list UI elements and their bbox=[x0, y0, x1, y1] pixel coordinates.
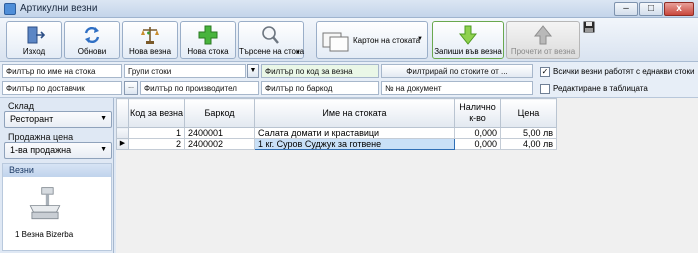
cell-scale-code[interactable]: 2 bbox=[128, 138, 185, 150]
weighing-scale-icon bbox=[29, 187, 61, 220]
table-row[interactable]: 1 2400001 Салата домати и краставици 0,0… bbox=[116, 127, 557, 139]
groups-input[interactable]: Групи стоки bbox=[124, 64, 246, 78]
chevron-down-icon: ▼ bbox=[249, 67, 257, 74]
write-to-scale-button[interactable]: Запиши във везна bbox=[432, 21, 504, 59]
cell-quantity[interactable]: 0,000 bbox=[454, 138, 501, 150]
all-scales-same-checkbox[interactable]: ✓ bbox=[540, 67, 550, 77]
edit-in-table-checkbox[interactable] bbox=[540, 84, 550, 94]
item-card-dropdown-arrow-icon[interactable]: ▼ bbox=[417, 36, 423, 42]
items-grid: Код за везна Баркод Име на стоката Налич… bbox=[116, 98, 698, 253]
row-indicator[interactable] bbox=[116, 127, 129, 139]
search-item-button[interactable]: Търсене на стока ▼ bbox=[238, 21, 304, 59]
column-header-quantity[interactable]: Налично к-во bbox=[454, 98, 501, 128]
refresh-button[interactable]: Обнови bbox=[64, 21, 120, 59]
arrow-down-icon bbox=[458, 25, 478, 45]
producer-filter-input[interactable]: Филтър по производител bbox=[140, 81, 259, 95]
cards-icon bbox=[322, 32, 349, 52]
left-panel: Склад Ресторант ▼ Продажна цена 1-ва про… bbox=[0, 98, 114, 253]
read-from-scale-button-label: Прочети от везна bbox=[510, 47, 576, 56]
filter-panel: Филтър по име на стока Групи стоки ▼ Фил… bbox=[0, 62, 698, 98]
price-label: Продажна цена bbox=[8, 132, 74, 142]
cell-price[interactable]: 4,00 лв bbox=[500, 138, 557, 150]
cell-scale-code[interactable]: 1 bbox=[128, 127, 185, 139]
column-header-price[interactable]: Цена bbox=[500, 98, 557, 128]
exit-door-icon bbox=[27, 26, 45, 44]
cell-barcode[interactable]: 2400002 bbox=[184, 138, 255, 150]
search-item-button-label: Търсене на стока bbox=[239, 47, 305, 56]
write-to-scale-button-label: Запиши във везна bbox=[434, 47, 502, 56]
refresh-icon bbox=[84, 26, 100, 44]
chevron-down-icon: ▼ bbox=[100, 146, 107, 153]
scale-icon bbox=[141, 27, 159, 44]
name-filter-input[interactable]: Филтър по име на стока bbox=[2, 64, 122, 78]
column-header-item-name[interactable]: Име на стоката bbox=[254, 98, 455, 128]
row-indicator-header bbox=[116, 98, 129, 128]
warehouse-select[interactable]: Ресторант ▼ bbox=[4, 111, 112, 128]
filter-by-goods-button[interactable]: Филтрирай по стоките от ... bbox=[381, 64, 533, 78]
maximize-button[interactable]: □ bbox=[639, 2, 663, 16]
cell-quantity[interactable]: 0,000 bbox=[454, 127, 501, 139]
cell-item-name[interactable]: Салата домати и краставици bbox=[254, 127, 455, 139]
price-value: 1-ва продажна bbox=[10, 145, 72, 155]
warehouse-value: Ресторант bbox=[10, 114, 54, 124]
supplier-filter-input[interactable]: Филтър по доставчик bbox=[2, 81, 122, 95]
exit-button[interactable]: Изход bbox=[6, 21, 62, 59]
column-header-scale-code[interactable]: Код за везна bbox=[128, 98, 185, 128]
close-button[interactable]: x bbox=[664, 2, 694, 16]
all-scales-same-label: Всички везни работят с еднакви стоки bbox=[553, 67, 695, 76]
cell-barcode[interactable]: 2400001 bbox=[184, 127, 255, 139]
current-row-indicator[interactable]: ▶ bbox=[116, 138, 129, 150]
new-scale-button[interactable]: Нова везна bbox=[122, 21, 178, 59]
item-card-button[interactable]: Картон на стоката ▼ bbox=[316, 21, 428, 59]
scales-header: Везни bbox=[3, 164, 111, 177]
warehouse-label: Склад bbox=[8, 101, 35, 111]
groups-dropdown-button[interactable]: ▼ bbox=[247, 64, 259, 78]
scale-item-label: 1 Везна Bizerba bbox=[15, 230, 74, 239]
minimize-button[interactable]: – bbox=[614, 2, 638, 16]
supplier-lookup-button[interactable]: ... bbox=[124, 81, 138, 95]
refresh-button-label: Обнови bbox=[77, 47, 107, 56]
app-icon bbox=[4, 3, 16, 15]
title-bar: Артикулни везни – □ x bbox=[0, 0, 698, 18]
arrow-up-icon bbox=[533, 25, 553, 45]
search-dropdown-arrow-icon[interactable]: ▼ bbox=[295, 50, 301, 56]
cell-price[interactable]: 5,00 лв bbox=[500, 127, 557, 139]
magnifier-icon bbox=[262, 26, 279, 44]
edit-in-table-label: Редактиране в таблицата bbox=[553, 84, 648, 93]
items-table: Код за везна Баркод Име на стоката Налич… bbox=[116, 98, 557, 150]
chevron-down-icon: ▼ bbox=[100, 115, 107, 122]
scales-list: Везни 1 Везна Bizerba bbox=[2, 163, 112, 251]
scale-list-item[interactable]: 1 Везна Bizerba bbox=[13, 182, 73, 242]
price-select[interactable]: 1-ва продажна ▼ bbox=[4, 142, 112, 159]
new-scale-button-label: Нова везна bbox=[128, 47, 172, 56]
floppy-disk-icon[interactable] bbox=[583, 21, 595, 33]
window-title: Артикулни везни bbox=[20, 3, 98, 14]
toolbar: Изход Обнови Нова везна Нова стока Търсе… bbox=[0, 18, 698, 62]
scale-code-filter-input[interactable]: Филтър по код за везна bbox=[261, 64, 379, 78]
exit-button-label: Изход bbox=[22, 47, 46, 56]
item-card-button-label: Картон на стоката bbox=[353, 36, 421, 45]
cell-item-name[interactable]: 1 кг. Суров Суджук за готвене bbox=[254, 138, 455, 150]
table-row[interactable]: ▶ 2 2400002 1 кг. Суров Суджук за готвен… bbox=[116, 138, 557, 150]
document-number-input[interactable]: № на документ bbox=[381, 81, 533, 95]
read-from-scale-button[interactable]: Прочети от везна bbox=[506, 21, 580, 59]
barcode-filter-input[interactable]: Филтър по баркод bbox=[261, 81, 379, 95]
new-item-button-label: Нова стока bbox=[187, 47, 229, 56]
new-item-button[interactable]: Нова стока bbox=[180, 21, 236, 59]
column-header-barcode[interactable]: Баркод bbox=[184, 98, 255, 128]
plus-icon bbox=[198, 25, 218, 45]
